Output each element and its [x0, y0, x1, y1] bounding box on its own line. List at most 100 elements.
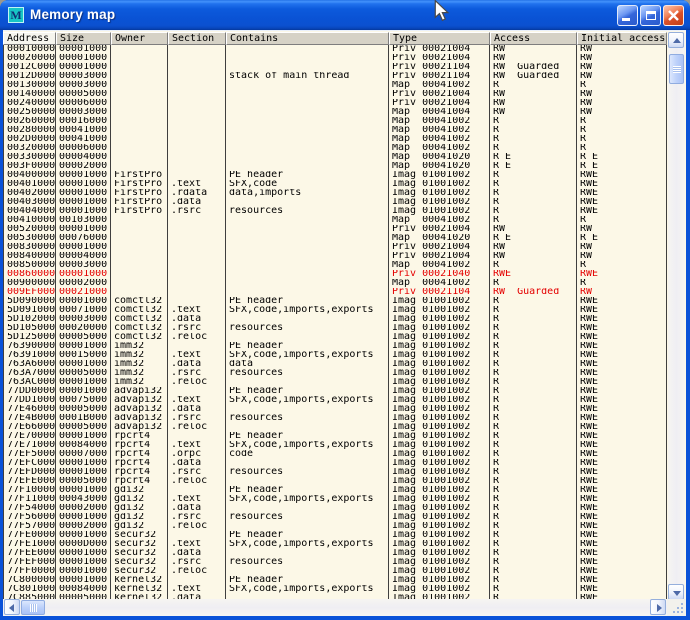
column-header-access[interactable]: Access [490, 32, 577, 45]
table-row[interactable]: 0024000000006000Priv 00021004RWRW [3, 99, 667, 108]
table-row[interactable]: 0041000000103000Map 00041002RR [3, 216, 667, 225]
table-row[interactable]: 0083000000001000Priv 00021004RWRW [3, 243, 667, 252]
table-row[interactable]: 0001000000001000Priv 00021004RWRW [3, 45, 667, 54]
table-row[interactable]: 7C80100000084000kernel32.textSFX,code,im… [3, 585, 667, 594]
table-row[interactable]: 5D09000000001000comctl32PE headerImag 01… [3, 297, 667, 306]
table-row[interactable]: 0025000000003000Map 00041004RWRW [3, 108, 667, 117]
minimize-button[interactable] [617, 5, 638, 26]
cell-owner: advapi32 [111, 423, 168, 432]
cell-type: Imag 01001002 [389, 315, 490, 324]
table-row[interactable]: 0085000000003000Map 00041002RR [3, 261, 667, 270]
column-header-size[interactable]: Size [56, 32, 111, 45]
table-row[interactable]: 77E7100000084000rpcrt4.textSFX,code,impo… [3, 441, 667, 450]
table-row[interactable]: 0086000000001000Priv 00021040RWERWE [3, 270, 667, 279]
column-header-initial-access[interactable]: Initial access [577, 32, 667, 45]
app-icon[interactable]: M [8, 7, 24, 23]
table-row[interactable]: 77EFE00000005000rpcrt4.relocImag 0100100… [3, 477, 667, 486]
table-row[interactable]: 77DD000000001000advapi32PE headerImag 01… [3, 387, 667, 396]
table-row[interactable]: 0012C00000001000Priv 00021104RW GuardedR… [3, 63, 667, 72]
table-row[interactable]: 0040100000001000FirstPro.textSFX,codeIma… [3, 180, 667, 189]
cell-owner [111, 162, 168, 171]
table-row[interactable]: 77FE000000001000secur32PE headerImag 010… [3, 531, 667, 540]
table-row[interactable]: 77EF500000007000rpcrt4.orpccodeImag 0100… [3, 450, 667, 459]
table-row[interactable]: 7639100000015000imm32.textSFX,code,impor… [3, 351, 667, 360]
table-row[interactable]: 0084000000004000Priv 00021004RWRW [3, 252, 667, 261]
table-row[interactable]: 0040000000001000FirstProPE headerImag 01… [3, 171, 667, 180]
cell-type: Imag 01001002 [389, 324, 490, 333]
table-row[interactable]: 0040200000001000FirstPro.rdatadata,impor… [3, 189, 667, 198]
table-row[interactable]: 77FEE00000001000secur32.dataImag 0100100… [3, 549, 667, 558]
table-row[interactable]: 009EF00000021000Priv 00021104RW GuardedR… [3, 288, 667, 297]
table-row[interactable]: 0012D00000003000stack of main threadPriv… [3, 72, 667, 81]
table-row[interactable]: 77EFC00000001000rpcrt4.dataImag 01001002… [3, 459, 667, 468]
cell-access: R [490, 468, 577, 477]
cell-owner: comctl32 [111, 315, 168, 324]
table-row[interactable]: 003F000000002000Map 00041020R ER E [3, 162, 667, 171]
cell-access: R [490, 81, 577, 90]
cell-address: 77E70000 [3, 432, 56, 441]
cell-size: 00041000 [56, 126, 111, 135]
table-row[interactable]: 0090000000002000Map 00041002RR [3, 279, 667, 288]
cell-initial-access: RWE [577, 270, 667, 279]
scroll-right-button[interactable] [650, 599, 666, 615]
table-row[interactable]: 0026000000016000Map 00041002RR [3, 117, 667, 126]
cell-size: 00001000 [56, 45, 111, 54]
table-row[interactable]: 0032000000006000Map 00041002RR [3, 144, 667, 153]
scroll-left-button[interactable] [4, 599, 20, 615]
table-row[interactable]: 77E4600000005000advapi32.dataImag 010010… [3, 405, 667, 414]
table-row[interactable]: 77EFD00000001000rpcrt4.rsrcresourcesImag… [3, 468, 667, 477]
table-row[interactable]: 0013000000003000Map 00041002RR [3, 81, 667, 90]
column-header-address[interactable]: Address [3, 32, 56, 45]
table-row[interactable]: 0040300000001000FirstPro.dataImag 010010… [3, 198, 667, 207]
cell-owner [111, 99, 168, 108]
table-row[interactable]: 77F5600000001000gdi32.rsrcresourcesImag … [3, 513, 667, 522]
table-row[interactable]: 7639000000001000imm32PE headerImag 01001… [3, 342, 667, 351]
table-row[interactable]: 0002000000001000Priv 00021004RWRW [3, 54, 667, 63]
table-row[interactable]: 5D12500000005000comctl32.relocImag 01001… [3, 333, 667, 342]
table-row[interactable]: 763AC00000001000imm32.relocImag 01001002… [3, 378, 667, 387]
table-row[interactable]: 763A700000005000imm32.rsrcresourcesImag … [3, 369, 667, 378]
column-header-section[interactable]: Section [168, 32, 226, 45]
table-row[interactable]: 002D000000041000Map 00041002RR [3, 135, 667, 144]
scroll-down-button[interactable] [668, 584, 684, 600]
table-row[interactable]: 5D10200000003000comctl32.dataImag 010010… [3, 315, 667, 324]
vertical-scroll-thumb[interactable] [669, 54, 684, 84]
table-row[interactable]: 0028000000041000Map 00041002RR [3, 126, 667, 135]
horizontal-scrollbar[interactable] [3, 599, 667, 616]
table-row[interactable]: 77E4B0000001B000advapi32.rsrcresourcesIm… [3, 414, 667, 423]
arrow-right-icon [657, 604, 662, 612]
column-header-contains[interactable]: Contains [226, 32, 389, 45]
table-row[interactable]: 77FF000000001000secur32.relocImag 010010… [3, 567, 667, 576]
table-row[interactable]: 77F5700000002000gdi32.relocImag 01001002… [3, 522, 667, 531]
table-row[interactable]: 7C80000000001000kernel32PE headerImag 01… [3, 576, 667, 585]
table-row[interactable]: 0033000000004000Map 00041020R ER E [3, 153, 667, 162]
table-row[interactable]: 77F1100000043000gdi32.textSFX,code,impor… [3, 495, 667, 504]
column-header-owner[interactable]: Owner [111, 32, 168, 45]
cell-type: Imag 01001002 [389, 297, 490, 306]
cell-section [168, 54, 226, 63]
table-row[interactable]: 77FEF00000001000secur32.rsrcresourcesIma… [3, 558, 667, 567]
table-row[interactable]: 77FE10000000D000secur32.textSFX,code,imp… [3, 540, 667, 549]
table-row[interactable]: 0040400000001000FirstPro.rsrcresourcesIm… [3, 207, 667, 216]
scroll-up-button[interactable] [668, 32, 684, 48]
table-row[interactable]: 763A600000001000imm32.datadataImag 01001… [3, 360, 667, 369]
table-row[interactable]: 5D10500000020000comctl32.rsrcresourcesIm… [3, 324, 667, 333]
table-row[interactable]: 77F1000000001000gdi32PE headerImag 01001… [3, 486, 667, 495]
table-row[interactable]: 0053000000076000Map 00041020R ER E [3, 234, 667, 243]
vertical-scrollbar[interactable] [668, 32, 685, 600]
resize-grip[interactable] [667, 599, 686, 616]
table-row[interactable]: 5D09100000071000comctl32.textSFX,code,im… [3, 306, 667, 315]
table-row[interactable]: 0052000000001000Priv 00021004RWRW [3, 225, 667, 234]
column-header-type[interactable]: Type [389, 32, 490, 45]
cell-address: 00900000 [3, 279, 56, 288]
titlebar[interactable]: M Memory map [0, 0, 690, 30]
horizontal-scroll-thumb[interactable] [21, 600, 45, 615]
table-row[interactable]: 77DD100000075000advapi32.textSFX,code,im… [3, 396, 667, 405]
table-row[interactable]: 0014000000005000Priv 00021004RWRW [3, 90, 667, 99]
cell-access: R E [490, 162, 577, 171]
close-button[interactable] [663, 5, 684, 26]
table-row[interactable]: 77F5400000002000gdi32.dataImag 01001002R… [3, 504, 667, 513]
table-row[interactable]: 77E6600000005000advapi32.relocImag 01001… [3, 423, 667, 432]
table-row[interactable]: 77E7000000001000rpcrt4PE headerImag 0100… [3, 432, 667, 441]
maximize-button[interactable] [640, 5, 661, 26]
